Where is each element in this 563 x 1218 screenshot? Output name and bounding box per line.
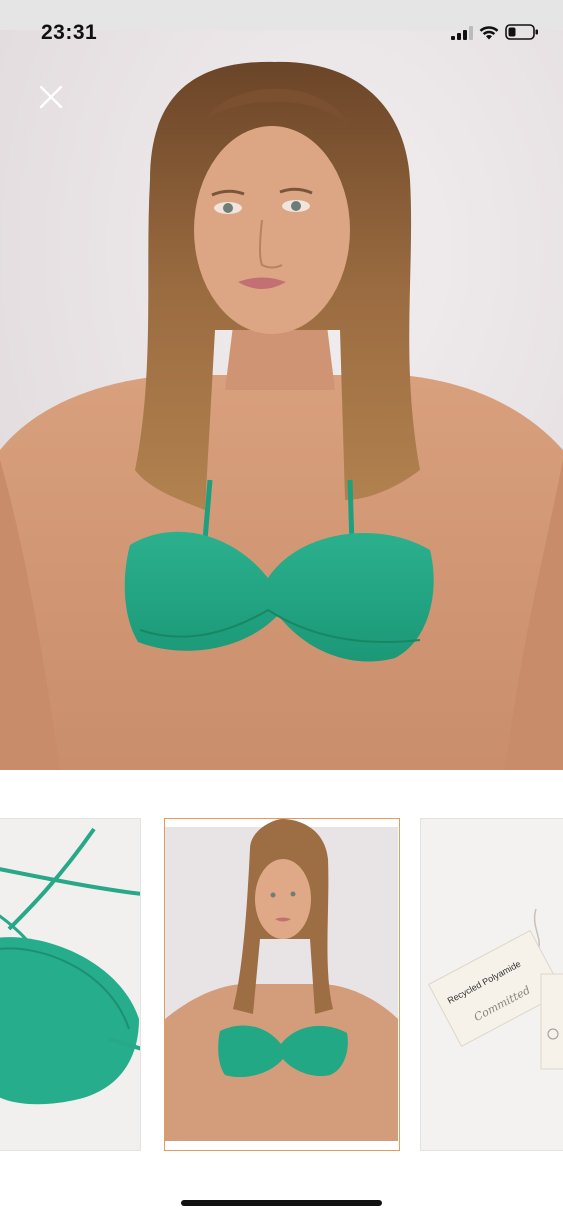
- battery-icon: [505, 24, 538, 40]
- home-indicator: [181, 1200, 382, 1206]
- status-time: 23:31: [41, 21, 98, 44]
- status-icons: [451, 24, 539, 40]
- status-bar: 23:31: [0, 0, 563, 44]
- tag-image: Recycled Polyamide Committed: [421, 819, 563, 1150]
- thumbnail-tag[interactable]: Recycled Polyamide Committed: [420, 818, 563, 1151]
- thumbnail-flat-lay[interactable]: [0, 818, 141, 1151]
- close-icon: [39, 85, 63, 109]
- model-thumbnail-image: [165, 819, 398, 1141]
- thumbnail-strip: Recycled Polyamide Committed: [0, 818, 563, 1151]
- wifi-icon: [479, 26, 499, 40]
- model-photo: [0, 30, 563, 770]
- main-product-image[interactable]: [0, 30, 563, 770]
- signal-icon: [451, 26, 473, 40]
- close-button[interactable]: [36, 82, 66, 112]
- thumbnail-model[interactable]: [164, 818, 400, 1151]
- flat-lay-image: [0, 819, 140, 1150]
